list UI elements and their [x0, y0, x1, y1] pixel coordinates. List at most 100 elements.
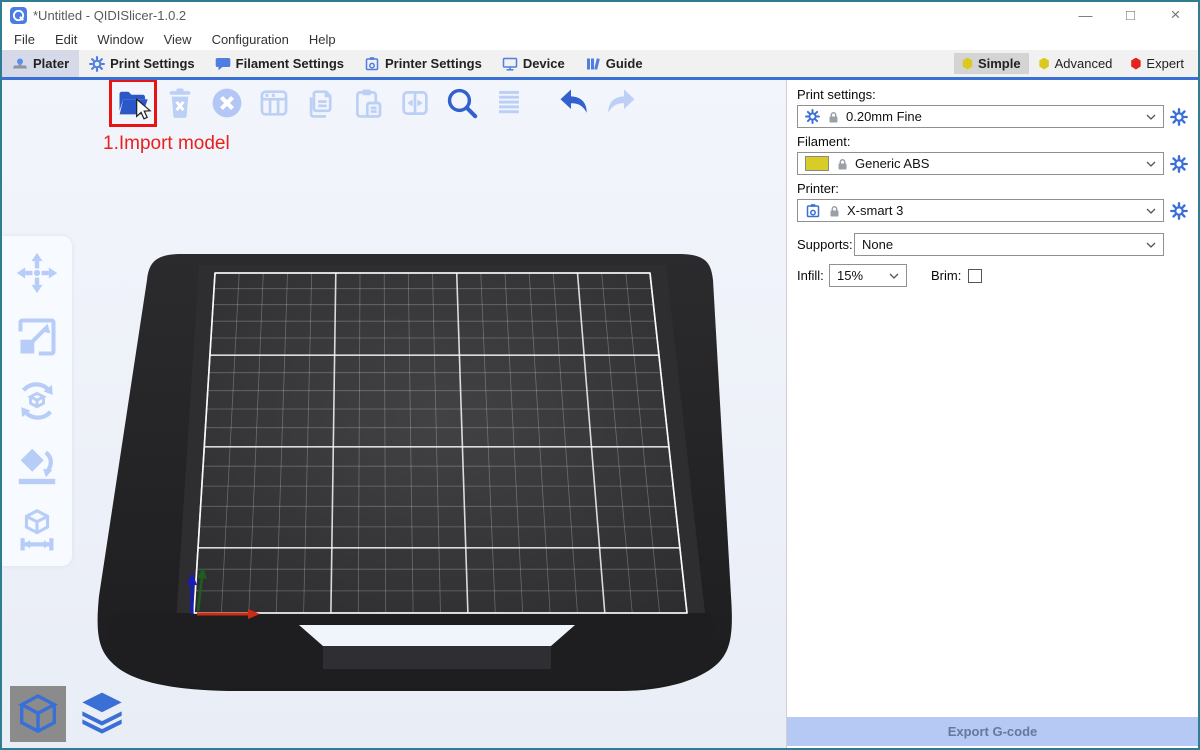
- copy-icon: [304, 86, 338, 120]
- copy-button[interactable]: [302, 84, 340, 122]
- menu-window[interactable]: Window: [87, 30, 153, 49]
- printer-icon: [805, 203, 821, 219]
- paste-button[interactable]: [349, 84, 387, 122]
- split-objects-button[interactable]: [396, 84, 434, 122]
- menu-configuration[interactable]: Configuration: [202, 30, 299, 49]
- advanced-dot-icon: [1039, 58, 1050, 70]
- infill-combo[interactable]: 15%: [829, 264, 907, 287]
- settings-panel: Print settings: 0.20mm Fine Filament: Ge…: [786, 80, 1198, 748]
- delete-all-button[interactable]: [208, 84, 246, 122]
- simple-dot-icon: [962, 58, 973, 70]
- print-settings-combo[interactable]: 0.20mm Fine: [797, 105, 1164, 128]
- menu-bar: File Edit Window View Configuration Help: [2, 28, 1198, 50]
- filament-icon: [215, 56, 231, 72]
- brim-checkbox[interactable]: [968, 269, 982, 283]
- undo-icon: [556, 85, 592, 121]
- undo-button[interactable]: [555, 84, 593, 122]
- layers-icon: [77, 689, 127, 739]
- search-button[interactable]: [443, 84, 481, 122]
- tab-filament-settings[interactable]: Filament Settings: [205, 50, 354, 77]
- viewport-toolbar: [114, 84, 640, 122]
- preview-layers-button[interactable]: [74, 686, 130, 742]
- lock-icon: [828, 205, 840, 217]
- tab-print-settings[interactable]: Print Settings: [79, 50, 205, 77]
- chevron-down-icon: [1146, 208, 1156, 214]
- search-icon: [444, 85, 480, 121]
- redo-button[interactable]: [602, 84, 640, 122]
- minimize-icon: —: [1079, 7, 1093, 23]
- tab-plater[interactable]: Plater: [2, 50, 79, 77]
- scale-tool-button[interactable]: [14, 312, 60, 362]
- guide-icon: [585, 56, 601, 72]
- filament-label: Filament:: [797, 134, 1188, 149]
- 3d-cube-icon: [14, 690, 62, 738]
- lock-icon: [827, 111, 839, 123]
- minimize-button[interactable]: —: [1063, 2, 1108, 28]
- close-icon: ×: [1171, 5, 1181, 25]
- move-icon: [15, 251, 59, 295]
- gear-icon: [1170, 155, 1188, 173]
- gear-icon: [805, 109, 820, 124]
- delete-all-icon: [209, 85, 245, 121]
- chevron-down-icon: [889, 273, 899, 279]
- place-on-face-tool-button[interactable]: [14, 440, 60, 490]
- expert-dot-icon: [1130, 58, 1141, 70]
- 3d-viewport[interactable]: 1.Import model: [2, 80, 786, 748]
- menu-help[interactable]: Help: [299, 30, 346, 49]
- close-button[interactable]: ×: [1153, 2, 1198, 28]
- chevron-down-icon: [1146, 242, 1156, 248]
- menu-view[interactable]: View: [154, 30, 202, 49]
- title-bar: *Untitled - QIDISlicer-1.0.2 — □ ×: [2, 2, 1198, 28]
- chevron-down-icon: [1146, 161, 1156, 167]
- annotation-import-model: 1.Import model: [103, 133, 230, 155]
- printer-gear-button[interactable]: [1170, 202, 1188, 220]
- printer-icon: [364, 56, 380, 72]
- tab-device[interactable]: Device: [492, 50, 575, 77]
- scale-icon: [15, 315, 59, 359]
- tab-printer-settings[interactable]: Printer Settings: [354, 50, 492, 77]
- gear-icon: [1170, 202, 1188, 220]
- delete-button[interactable]: [161, 84, 199, 122]
- tab-guide[interactable]: Guide: [575, 50, 653, 77]
- brim-label: Brim:: [931, 268, 961, 283]
- print-settings-label: Print settings:: [797, 87, 1188, 102]
- mode-advanced[interactable]: Advanced: [1031, 53, 1121, 74]
- rotate-icon: [14, 377, 60, 425]
- left-toolbar: [2, 236, 72, 566]
- mode-simple[interactable]: Simple: [954, 53, 1029, 74]
- rotate-tool-button[interactable]: [14, 376, 60, 426]
- app-icon: [10, 7, 27, 24]
- export-gcode-button[interactable]: Export G-code: [787, 717, 1198, 746]
- filament-combo[interactable]: Generic ABS: [797, 152, 1164, 175]
- paste-icon: [351, 86, 385, 120]
- plater-icon: [12, 56, 28, 72]
- mode-switcher: Simple Advanced Expert: [954, 50, 1198, 77]
- 3d-view-button[interactable]: [10, 686, 66, 742]
- filament-gear-button[interactable]: [1170, 155, 1188, 173]
- arrange-icon: [257, 86, 291, 120]
- mode-expert[interactable]: Expert: [1122, 53, 1192, 74]
- delete-trash-icon: [163, 86, 197, 120]
- maximize-icon: □: [1126, 7, 1135, 24]
- print-settings-gear-button[interactable]: [1170, 108, 1188, 126]
- gear-icon: [89, 56, 105, 72]
- lock-icon: [836, 158, 848, 170]
- window-title: *Untitled - QIDISlicer-1.0.2: [33, 8, 186, 23]
- chevron-down-icon: [1146, 114, 1156, 120]
- menu-edit[interactable]: Edit: [45, 30, 87, 49]
- supports-label: Supports:: [797, 237, 854, 252]
- arrange-button[interactable]: [255, 84, 293, 122]
- print-bed: [2, 80, 786, 748]
- maximize-button[interactable]: □: [1108, 2, 1153, 28]
- move-tool-button[interactable]: [14, 248, 60, 298]
- variable-layer-height-button[interactable]: [490, 84, 528, 122]
- printer-label: Printer:: [797, 181, 1188, 196]
- menu-file[interactable]: File: [4, 30, 45, 49]
- supports-combo[interactable]: None: [854, 233, 1164, 256]
- filament-color-swatch: [805, 156, 829, 171]
- printer-combo[interactable]: X-smart 3: [797, 199, 1164, 222]
- tab-bar: Plater Print Settings Filament Settings …: [2, 50, 1198, 80]
- split-icon: [398, 86, 432, 120]
- measure-tool-button[interactable]: [14, 504, 60, 554]
- infill-label: Infill:: [797, 268, 829, 283]
